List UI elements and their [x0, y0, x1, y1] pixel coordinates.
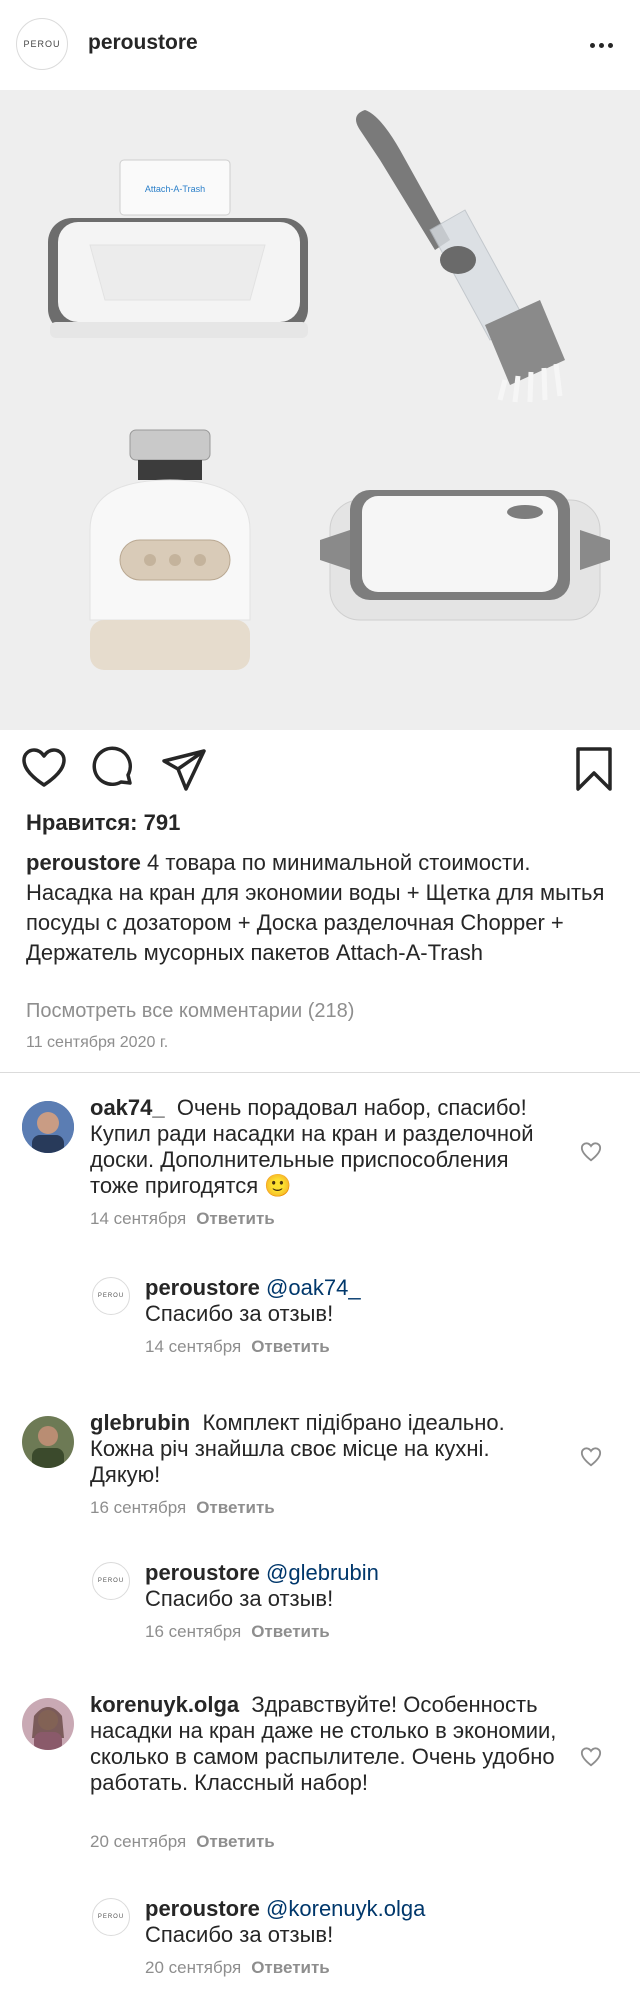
- more-icon[interactable]: [584, 34, 618, 56]
- cutting-board-image: [320, 490, 610, 621]
- comment-mention[interactable]: @oak74_: [266, 1275, 361, 1300]
- reply-button[interactable]: Ответить: [251, 1337, 330, 1356]
- comment-text: Спасибо за отзыв!: [145, 1301, 334, 1326]
- comment-username[interactable]: peroustore: [145, 1896, 260, 1921]
- comment-username[interactable]: glebrubin: [90, 1410, 190, 1435]
- comment-date: 20 сентября: [145, 1958, 242, 1977]
- comment-meta: 20 сентября Ответить: [145, 1958, 330, 1978]
- divider: [0, 1072, 640, 1073]
- reply-button[interactable]: Ответить: [196, 1209, 275, 1228]
- comment-meta: 14 сентября Ответить: [90, 1209, 275, 1229]
- comment-date: 16 сентября: [90, 1498, 187, 1517]
- bookmark-icon[interactable]: [570, 745, 618, 793]
- comment-meta: 14 сентября Ответить: [145, 1337, 330, 1357]
- heart-icon[interactable]: [580, 1141, 602, 1163]
- avatar[interactable]: [22, 1416, 74, 1468]
- reply-button[interactable]: Ответить: [251, 1622, 330, 1641]
- comment-meta: 16 сентября Ответить: [145, 1622, 330, 1642]
- dish-brush-image: [356, 110, 565, 403]
- heart-icon[interactable]: [580, 1746, 602, 1768]
- likes-count[interactable]: Нравится: 791: [26, 810, 180, 836]
- comment-text: Спасибо за отзыв!: [145, 1586, 334, 1611]
- heart-icon[interactable]: [20, 745, 68, 793]
- heart-icon[interactable]: [580, 1446, 602, 1468]
- comment-username[interactable]: korenuyk.olga: [90, 1692, 239, 1717]
- avatar[interactable]: PEROU: [92, 1898, 130, 1936]
- caption-username[interactable]: peroustore: [26, 850, 141, 875]
- post-header: PEROU peroustore: [0, 0, 640, 90]
- comment-username[interactable]: peroustore: [145, 1560, 260, 1585]
- comment-mention[interactable]: @glebrubin: [266, 1560, 379, 1585]
- avatar[interactable]: [22, 1101, 74, 1153]
- reply-button[interactable]: Ответить: [196, 1498, 275, 1517]
- avatar[interactable]: [22, 1698, 74, 1750]
- post-image[interactable]: Attach-A-Trash: [0, 90, 640, 730]
- logo-text: PEROU: [23, 39, 61, 49]
- reply-button[interactable]: Ответить: [251, 1958, 330, 1977]
- reply-button[interactable]: Ответить: [196, 1832, 275, 1851]
- comment-icon[interactable]: [90, 745, 138, 793]
- comment-mention[interactable]: @korenuyk.olga: [266, 1896, 425, 1921]
- avatar[interactable]: PEROU: [92, 1277, 130, 1315]
- comment-meta: 20 сентября Ответить: [90, 1832, 275, 1852]
- comment-username[interactable]: oak74_: [90, 1095, 165, 1120]
- faucet-nozzle-image: [89, 429, 251, 670]
- comment-meta: 16 сентября Ответить: [90, 1498, 275, 1518]
- comment-date: 16 сентября: [145, 1622, 242, 1641]
- post-caption: peroustore 4 товара по минимальной стоим…: [26, 848, 616, 968]
- comment-date: 14 сентября: [145, 1337, 242, 1356]
- post-date: 11 сентября 2020 г.: [26, 1034, 169, 1051]
- view-all-comments-link[interactable]: Посмотреть все комментарии (218): [26, 1000, 354, 1023]
- share-icon[interactable]: [160, 745, 208, 793]
- profile-avatar[interactable]: PEROU: [16, 18, 68, 70]
- comment-username[interactable]: peroustore: [145, 1275, 260, 1300]
- comment-date: 14 сентября: [90, 1209, 187, 1228]
- action-bar: [0, 735, 640, 805]
- comment-date: 20 сентября: [90, 1832, 187, 1851]
- avatar[interactable]: PEROU: [92, 1562, 130, 1600]
- trash-holder-image: Attach-A-Trash: [48, 159, 308, 338]
- comment-text: Спасибо за отзыв!: [145, 1922, 334, 1947]
- product-label: Attach-A-Trash: [145, 184, 205, 194]
- profile-username[interactable]: peroustore: [88, 31, 198, 55]
